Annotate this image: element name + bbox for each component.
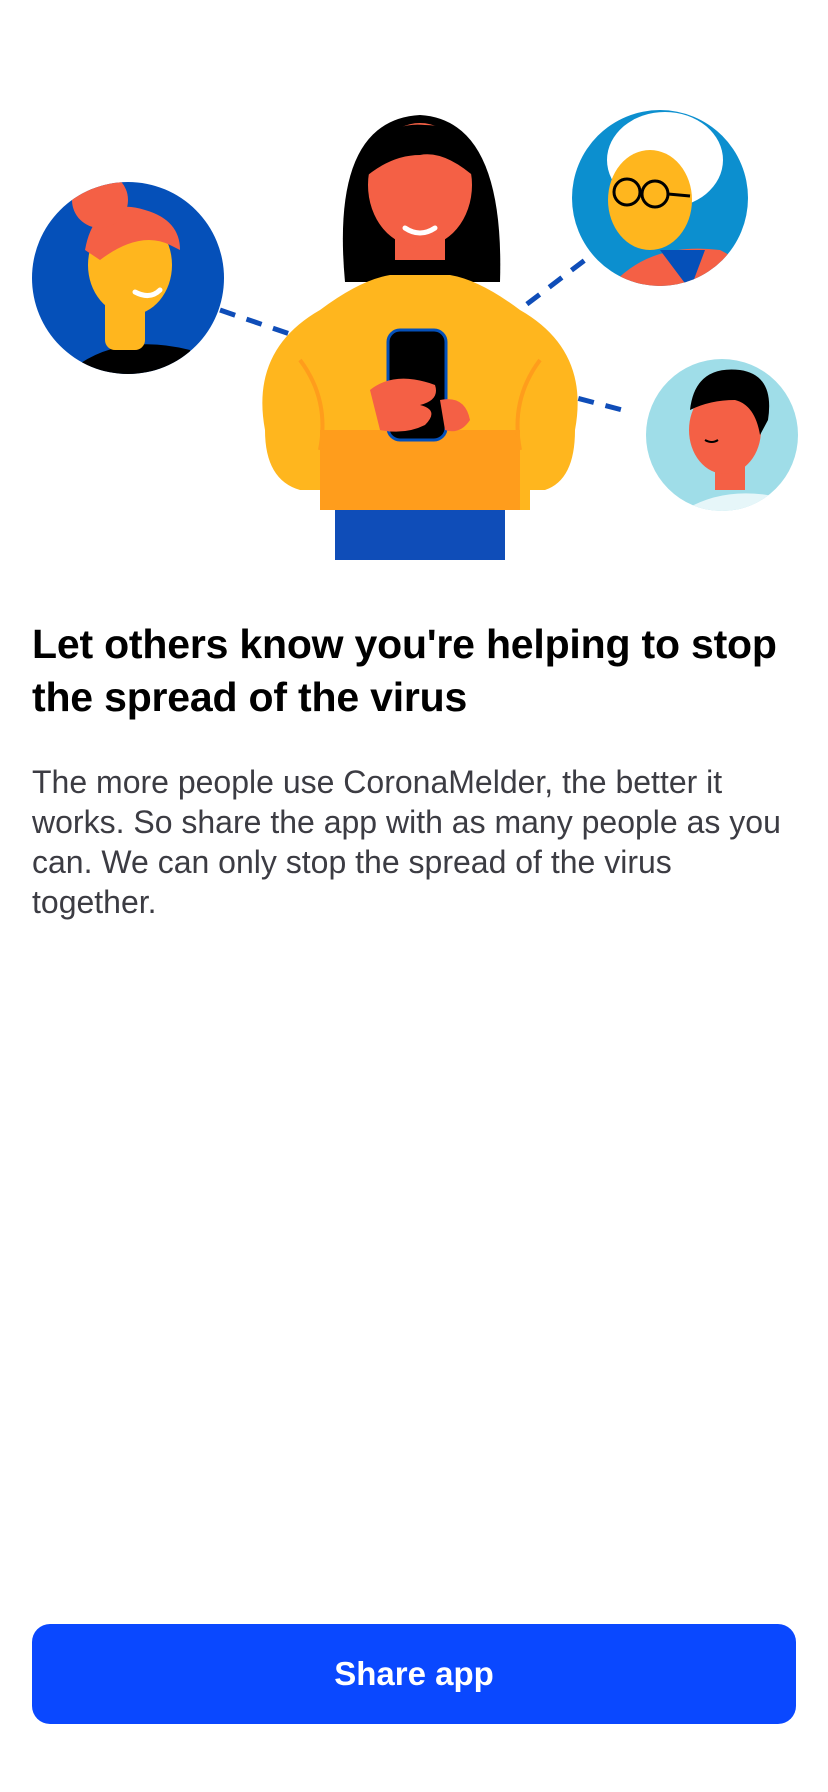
description-text: The more people use CoronaMelder, the be…: [32, 764, 781, 920]
woman-with-phone: [262, 115, 578, 560]
share-app-button[interactable]: Share app: [32, 1624, 796, 1724]
avatar-young-man: [646, 359, 798, 511]
page-title: Let others know you're helping to stop t…: [32, 621, 777, 720]
avatar-woman-bun: [32, 182, 224, 374]
avatar-grandma: [572, 110, 748, 286]
content-section: Let others know you're helping to stop t…: [32, 618, 796, 922]
hero-illustration: [0, 100, 828, 560]
